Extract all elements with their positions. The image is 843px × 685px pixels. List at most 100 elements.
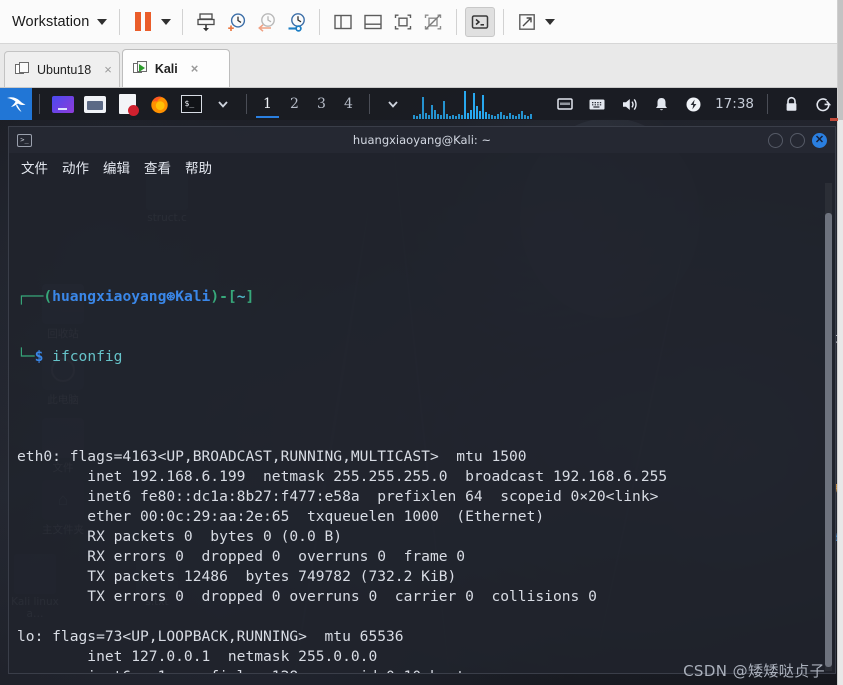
graph-bar [491, 115, 493, 119]
clock-wrench-icon [288, 12, 306, 32]
shell-command-line: └─$ ifconfig [17, 348, 123, 365]
fullscreen-button[interactable] [512, 7, 542, 37]
power-icon[interactable] [680, 91, 706, 117]
workstation-menu[interactable]: Workstation [8, 14, 111, 30]
graph-bar [437, 114, 439, 119]
graph-bar [524, 115, 526, 119]
typed-command: ifconfig [52, 348, 123, 365]
vm-tab-ubuntu18[interactable]: Ubuntu18 × [4, 51, 120, 87]
show-library-button[interactable] [328, 7, 358, 37]
menu-file[interactable]: 文件 [21, 157, 48, 177]
hide-view-button[interactable] [418, 7, 448, 37]
menu-edit[interactable]: 编辑 [103, 157, 130, 177]
menu-actions[interactable]: 动作 [62, 157, 89, 177]
graph-bar [413, 115, 415, 119]
graph-bar [434, 110, 436, 119]
graph-bar [419, 114, 421, 119]
revert-snapshot-button[interactable] [251, 7, 281, 37]
show-thumbnails-button[interactable] [358, 7, 388, 37]
terminal-line: RX errors 0 dropped 0 overruns 0 frame 0 [17, 548, 466, 565]
take-snapshot-button[interactable] [221, 7, 251, 37]
workspace-2[interactable]: 2 [281, 89, 308, 119]
graph-bar [428, 115, 430, 119]
terminal-line: TX errors 0 dropped 0 overruns 0 carrier… [17, 588, 597, 605]
terminal-line: eth0: flags=4163<UP,BROADCAST,RUNNING,MU… [17, 448, 527, 465]
prompt-host: Kali [175, 288, 211, 305]
graph-bar [512, 115, 514, 119]
panel-divider [369, 94, 370, 114]
manage-snapshots-button[interactable] [281, 7, 311, 37]
clock-plus-icon [228, 12, 246, 31]
panel-divider [39, 94, 40, 114]
keyboard-icon[interactable] [584, 91, 610, 117]
suspend-dropdown[interactable] [158, 7, 174, 37]
graph-bar [440, 115, 442, 119]
chevron-down-icon [218, 101, 228, 108]
workspace-4[interactable]: 4 [335, 89, 362, 119]
terminal-icon: >_ [17, 133, 32, 147]
vm-tab-kali[interactable]: Kali × [121, 49, 230, 87]
clock-label[interactable]: 17:38 [709, 96, 760, 112]
graph-bar [461, 115, 463, 119]
terminal-icon[interactable]: $_ [178, 91, 204, 117]
suspend-button[interactable] [128, 7, 158, 37]
maximize-button[interactable] [790, 132, 805, 148]
terminal-scrollbar[interactable] [825, 183, 832, 671]
close-icon[interactable]: × [104, 62, 112, 77]
text-editor-icon[interactable] [114, 91, 140, 117]
app-launcher-dropdown[interactable] [210, 91, 236, 117]
graph-bar [443, 101, 445, 119]
graph-bar [497, 114, 499, 119]
toolbar-divider [319, 8, 321, 35]
toolbar-divider [119, 8, 121, 35]
lock-icon[interactable] [778, 91, 804, 117]
show-console-view-button[interactable] [388, 7, 418, 37]
snapshot-icon [197, 12, 216, 31]
resize-marker [830, 118, 838, 121]
firefox-icon[interactable] [146, 91, 172, 117]
menu-help[interactable]: 帮助 [185, 157, 212, 177]
window-controls: ✕ [768, 132, 835, 148]
terminal-titlebar[interactable]: >_ huangxiaoyang@Kali: ~ ✕ [9, 127, 835, 153]
fullscreen-dropdown[interactable] [542, 7, 558, 37]
menu-view[interactable]: 查看 [144, 157, 171, 177]
vmware-scrollbar[interactable] [837, 0, 843, 685]
workspace-1[interactable]: 1 [254, 89, 281, 119]
lock-glyph [786, 96, 796, 111]
terminal-output-area[interactable]: ┌──(huangxiaoyang⊛Kali)-[~] └─$ ifconfig… [9, 181, 835, 673]
unity-mode-button[interactable] [465, 6, 496, 37]
workspace-dropdown[interactable] [380, 91, 406, 117]
vm-running-icon [132, 61, 148, 76]
graph-bar [521, 111, 523, 119]
graph-bar [458, 114, 460, 119]
snapshot-manager-button[interactable] [191, 7, 221, 37]
graph-bar [527, 116, 529, 119]
vm-tab-label: Ubuntu18 [37, 62, 92, 77]
terminal-line: TX packets 12486 bytes 749782 (732.2 KiB… [17, 568, 457, 585]
notification-bell-icon[interactable] [648, 91, 674, 117]
system-monitor-graph[interactable] [413, 89, 533, 119]
graph-bar [470, 110, 472, 119]
close-button[interactable]: ✕ [812, 132, 827, 148]
volume-icon[interactable] [616, 91, 642, 117]
graph-bar [509, 113, 511, 119]
graph-bar [464, 91, 466, 119]
chevron-down-icon [161, 18, 172, 25]
terminal-emulator-icon[interactable] [50, 91, 76, 117]
graph-bar [416, 116, 418, 119]
terminal-line: ether 00:0c:29:aa:2e:65 txqueuelen 1000 … [17, 508, 545, 525]
file-manager-icon[interactable] [82, 91, 108, 117]
scrollbar-thumb[interactable] [825, 213, 832, 667]
graph-bar [467, 113, 469, 119]
scrollbar-thumb[interactable] [838, 0, 843, 120]
graph-bar [500, 112, 502, 119]
toolbar-divider [456, 8, 458, 35]
minimize-button[interactable] [768, 132, 783, 148]
close-icon[interactable]: × [191, 61, 199, 76]
network-icon[interactable] [552, 91, 578, 117]
speaker-glyph [622, 98, 637, 110]
logout-icon[interactable] [810, 91, 836, 117]
workspace-3[interactable]: 3 [308, 89, 335, 119]
console-view-off-icon [425, 13, 442, 30]
kali-menu-icon[interactable] [0, 88, 32, 120]
